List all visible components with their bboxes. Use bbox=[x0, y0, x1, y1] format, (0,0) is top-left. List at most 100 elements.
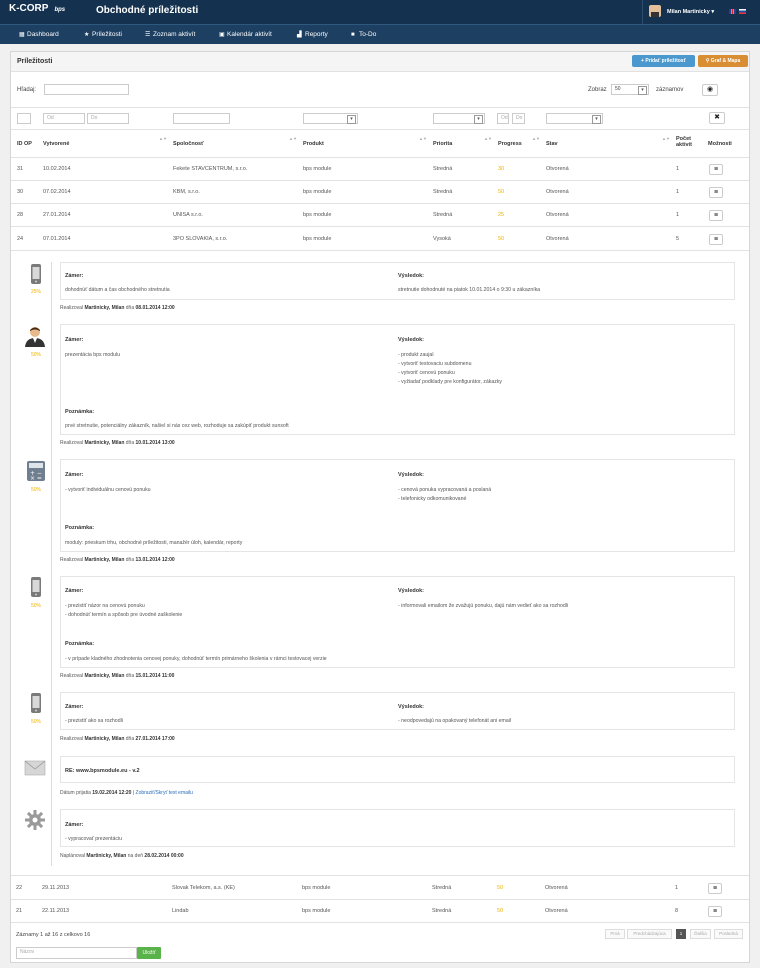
nav-activity-list[interactable]: ☰ Zoznam aktivít bbox=[145, 31, 195, 38]
calculator-icon: + −× = bbox=[27, 461, 45, 482]
progress-percent: 50% bbox=[30, 352, 41, 358]
col-created[interactable]: Vytvorené bbox=[43, 141, 69, 147]
mobile-phone-icon bbox=[31, 264, 41, 284]
star-icon: ★ bbox=[84, 32, 90, 38]
nav-dashboard[interactable]: ▦ Dashboard bbox=[19, 31, 59, 38]
toggle-email-text-link[interactable]: Zobraziť/Skryť text emailu bbox=[136, 790, 193, 796]
row-menu-button[interactable]: ≡ bbox=[708, 906, 722, 917]
filter-progress-from[interactable]: Od bbox=[497, 113, 509, 124]
nav-activity-calendar[interactable]: ▣ Kalendár aktivít bbox=[219, 31, 272, 38]
email-subject: RE: www.bpsmodule.eu - v.2 bbox=[65, 768, 140, 774]
activity-card: Zámer: Výsledok: - prezistiť názor na ce… bbox=[60, 576, 735, 668]
pager-page-1[interactable]: 1 bbox=[676, 929, 686, 939]
pager-previous[interactable]: Predchádzajúca bbox=[627, 929, 672, 939]
nav-opportunities[interactable]: ★ Príležitosti bbox=[84, 31, 122, 38]
row-menu-button[interactable]: ≡ bbox=[709, 234, 723, 245]
sort-icon: ▲▼ bbox=[419, 136, 427, 141]
mobile-phone-icon bbox=[31, 577, 41, 597]
filter-priority-select[interactable] bbox=[433, 113, 485, 124]
pager-next[interactable]: Ďalšia bbox=[690, 929, 711, 939]
filter-progress-to[interactable]: Do bbox=[512, 113, 525, 124]
close-icon: ✖ bbox=[714, 114, 720, 121]
timeline-line bbox=[51, 262, 52, 866]
page-size-select[interactable]: 50 bbox=[611, 84, 649, 95]
col-id[interactable]: ID OP bbox=[17, 141, 32, 147]
activity-card: Zámer: Výsledok: - prezistiť ako sa rozh… bbox=[60, 692, 735, 730]
email-card: RE: www.bpsmodule.eu - v.2 bbox=[60, 756, 735, 783]
filter-id-input[interactable] bbox=[17, 113, 31, 124]
activity-footer: Realizoval Martinicky, Milan dňa 13.01.2… bbox=[60, 557, 175, 563]
panel-header: Príležitosti + Pridať príležitosť ⚲ Graf… bbox=[11, 52, 749, 72]
sort-icon: ▲▼ bbox=[532, 136, 540, 141]
nav-reports[interactable]: ▟ Reporty bbox=[297, 31, 328, 38]
pager-last[interactable]: Posledná bbox=[714, 929, 743, 939]
nav-todo[interactable]: ■ To-Do bbox=[351, 31, 376, 38]
progress-percent: 25% bbox=[30, 289, 41, 295]
col-activity-count[interactable]: Počet aktivít bbox=[676, 136, 692, 148]
clear-filters-button[interactable]: ✖ bbox=[709, 112, 725, 124]
row-menu-button[interactable]: ≡ bbox=[709, 187, 723, 198]
person-icon bbox=[25, 327, 45, 347]
menu-icon: ≡ bbox=[713, 236, 719, 243]
records-label: záznamov bbox=[656, 87, 684, 93]
activity-footer: Realizoval Martinicky, Milan dňa 08.01.2… bbox=[60, 305, 175, 311]
sort-icon: ▲▼ bbox=[289, 136, 297, 141]
col-company[interactable]: Spoločnosť bbox=[173, 141, 204, 147]
pager-first[interactable]: Prvá bbox=[605, 929, 625, 939]
search-input[interactable] bbox=[44, 84, 129, 95]
bar-chart-icon: ▟ bbox=[297, 32, 302, 38]
svg-text:× =: × = bbox=[30, 475, 42, 482]
menu-icon: ≡ bbox=[712, 908, 718, 915]
progress-percent: 50% bbox=[30, 603, 41, 609]
dashboard-icon: ▦ bbox=[19, 32, 25, 38]
add-opportunity-button[interactable]: + Pridať príležitosť bbox=[632, 55, 695, 67]
col-progress[interactable]: Progress bbox=[498, 141, 522, 147]
menu-icon: ≡ bbox=[713, 189, 719, 196]
progress-percent: 50% bbox=[30, 719, 41, 725]
menu-icon: ≡ bbox=[712, 885, 718, 892]
progress-percent: 50% bbox=[30, 487, 41, 493]
col-product[interactable]: Produkt bbox=[303, 141, 324, 147]
col-status[interactable]: Stav bbox=[546, 141, 558, 147]
save-button[interactable]: Uložiť bbox=[137, 947, 161, 959]
col-options: Možnosti bbox=[708, 141, 732, 147]
chevron-down-icon: ▾ bbox=[711, 9, 715, 15]
row-menu-button[interactable]: ≡ bbox=[709, 210, 723, 221]
column-visibility-button[interactable]: ◉ bbox=[702, 84, 718, 96]
user-name[interactable]: Milan Martinicky ▾ bbox=[667, 9, 714, 15]
menu-icon: ≡ bbox=[713, 212, 719, 219]
row-menu-button[interactable]: ≡ bbox=[709, 164, 723, 175]
activity-card: Zámer: Výsledok: dohodnúť dátum a čas ob… bbox=[60, 262, 735, 300]
name-input[interactable]: Názov bbox=[16, 947, 137, 959]
top-bar: K-CORP bps Obchodné príležitosti Milan Ma… bbox=[0, 0, 760, 24]
activity-footer: Realizoval Martinicky, Milan dňa 27.01.2… bbox=[60, 736, 175, 742]
activity-card: Zámer: - vypracovať prezentáciu bbox=[60, 809, 735, 847]
checkbox-icon: ■ bbox=[351, 32, 355, 38]
row-menu-button[interactable]: ≡ bbox=[708, 883, 722, 894]
records-info: Záznamy 1 až 16 z celkovo 16 bbox=[16, 932, 91, 938]
calendar-icon: ▣ bbox=[219, 32, 225, 38]
chart-map-button[interactable]: ⚲ Graf & Mapa bbox=[698, 55, 748, 67]
app-logo[interactable]: K-CORP bps bbox=[9, 3, 65, 14]
list-icon: ☰ bbox=[145, 32, 151, 38]
filter-created-from[interactable]: Od bbox=[43, 113, 85, 124]
activity-footer: Realizoval Martinicky, Milan dňa 10.01.2… bbox=[60, 440, 175, 446]
filter-product-select[interactable] bbox=[303, 113, 358, 124]
activity-footer: Naplánoval Martinicky, Milan na deň 28.0… bbox=[60, 853, 184, 859]
filter-company-input[interactable] bbox=[173, 113, 230, 124]
mobile-phone-icon bbox=[31, 693, 41, 713]
activity-card: Zámer: Výsledok: - vytvoriť individuálnu… bbox=[60, 459, 735, 552]
gear-icon bbox=[25, 810, 45, 830]
filter-created-to[interactable]: Do bbox=[87, 113, 129, 124]
flag-sk-icon[interactable] bbox=[739, 9, 746, 14]
col-priority[interactable]: Priorita bbox=[433, 141, 452, 147]
user-avatar bbox=[649, 5, 661, 17]
flag-en-icon[interactable] bbox=[729, 9, 736, 14]
envelope-icon bbox=[24, 760, 46, 776]
activity-footer: Realizoval Martinicky, Milan dňa 15.01.2… bbox=[60, 673, 175, 679]
user-menu[interactable]: Milan Martinicky ▾ bbox=[642, 0, 760, 24]
menu-icon: ≡ bbox=[713, 166, 719, 173]
filter-status-select[interactable] bbox=[546, 113, 603, 124]
activity-card: Zámer: Výsledok: prezentácia bps modulu … bbox=[60, 324, 735, 435]
sort-icon: ▲▼ bbox=[484, 136, 492, 141]
